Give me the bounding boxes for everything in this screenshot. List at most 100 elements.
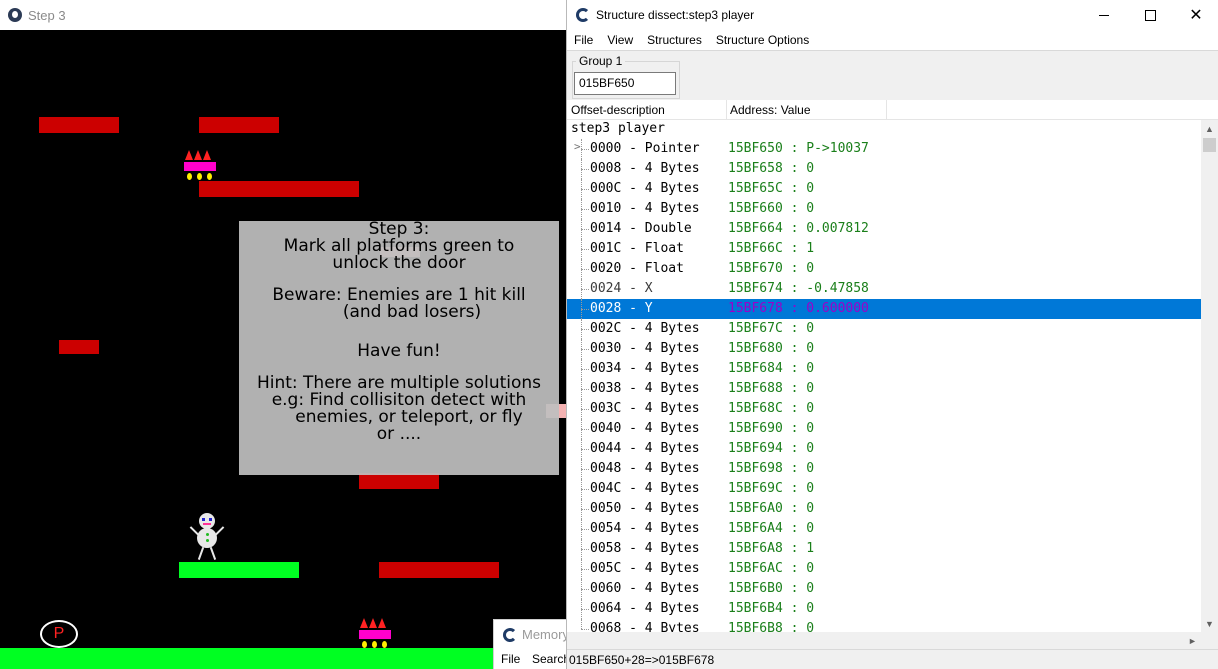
row-offset-description: 000C - 4 Bytes xyxy=(590,181,700,196)
row-address-value: 15BF670 : 0 xyxy=(728,261,815,276)
close-button[interactable]: ✕ xyxy=(1173,0,1218,30)
scrollbar-thumb[interactable] xyxy=(1203,138,1216,152)
menu-view[interactable]: View xyxy=(600,33,640,47)
status-text: 015BF650+28=>015BF678 xyxy=(569,653,715,667)
row-address-value: 15BF6A0 : 0 xyxy=(728,501,815,516)
menu-structures[interactable]: Structures xyxy=(640,33,709,47)
horizontal-scrollbar[interactable]: ► xyxy=(567,632,1201,649)
structure-row[interactable]: 0050 - 4 Bytes 15BF6A0 : 0 xyxy=(567,499,1201,519)
row-offset-description: 0008 - 4 Bytes xyxy=(590,161,700,176)
memory-menu-search[interactable]: Search xyxy=(532,652,570,666)
row-offset-description: 0068 - 4 Bytes xyxy=(590,621,700,632)
tree-guide xyxy=(581,529,589,530)
tree-guide xyxy=(581,289,589,290)
row-address-value: 15BF6A4 : 0 xyxy=(728,521,815,536)
structure-row[interactable]: 0014 - Double 15BF664 : 0.007812 xyxy=(567,219,1201,239)
structure-row[interactable]: 0044 - 4 Bytes 15BF694 : 0 xyxy=(567,439,1201,459)
structure-root-label[interactable]: step3 player xyxy=(571,121,665,136)
row-offset-description: 0040 - 4 Bytes xyxy=(590,421,700,436)
scroll-right-arrow-icon[interactable]: ► xyxy=(1184,632,1201,649)
structure-row[interactable]: 003C - 4 Bytes 15BF68C : 0 xyxy=(567,399,1201,419)
row-address-value: 15BF680 : 0 xyxy=(728,341,815,356)
structure-row[interactable]: 0060 - 4 Bytes 15BF6B0 : 0 xyxy=(567,579,1201,599)
structure-row[interactable]: 000C - 4 Bytes 15BF65C : 0 xyxy=(567,179,1201,199)
maximize-button[interactable] xyxy=(1127,0,1173,30)
structure-row[interactable]: 0068 - 4 Bytes 15BF6B8 : 0 xyxy=(567,619,1201,632)
address-input[interactable]: 015BF650 xyxy=(574,72,676,95)
structure-tree[interactable]: step3 player >0000 - Pointer 15BF650 : P-… xyxy=(567,120,1201,632)
row-offset-description: 0054 - 4 Bytes xyxy=(590,521,700,536)
structure-row[interactable]: 001C - Float 15BF66C : 1 xyxy=(567,239,1201,259)
game-canvas[interactable]: P Step 3: Mark all platforms green to un… xyxy=(0,30,566,669)
tree-guide xyxy=(581,449,589,450)
tree-guide xyxy=(581,269,589,270)
vertical-scrollbar[interactable]: ▲ ▼ xyxy=(1201,120,1218,632)
row-address-value: 15BF6AC : 0 xyxy=(728,561,815,576)
platform-green xyxy=(179,562,299,578)
cheat-engine-icon xyxy=(576,8,590,22)
row-offset-description: 0060 - 4 Bytes xyxy=(590,581,700,596)
memory-viewer-window[interactable]: Memory File Search xyxy=(493,619,573,669)
row-offset-description: 0014 - Double xyxy=(590,221,692,236)
row-address-value: 15BF68C : 0 xyxy=(728,401,815,416)
tree-guide xyxy=(581,489,589,490)
column-address-value[interactable]: Address: Value xyxy=(730,103,811,117)
column-offset-description[interactable]: Offset-description xyxy=(571,103,665,117)
ground-platform xyxy=(0,648,566,669)
platform-red xyxy=(379,562,499,578)
structure-row[interactable]: 0008 - 4 Bytes 15BF658 : 0 xyxy=(567,159,1201,179)
structure-window-titlebar[interactable]: Structure dissect:step3 player ✕ xyxy=(567,0,1218,30)
structure-row[interactable]: 002C - 4 Bytes 15BF67C : 0 xyxy=(567,319,1201,339)
row-offset-description: 003C - 4 Bytes xyxy=(590,401,700,416)
tree-guide xyxy=(581,229,589,230)
tree-guide xyxy=(581,409,589,410)
structure-row[interactable]: 0040 - 4 Bytes 15BF690 : 0 xyxy=(567,419,1201,439)
row-address-value: 15BF6B0 : 0 xyxy=(728,581,815,596)
game-window-titlebar[interactable]: Step 3 xyxy=(0,0,566,30)
structure-row[interactable]: 0010 - 4 Bytes 15BF660 : 0 xyxy=(567,199,1201,219)
row-address-value: 15BF694 : 0 xyxy=(728,441,815,456)
scroll-down-arrow-icon[interactable]: ▼ xyxy=(1201,615,1218,632)
tree-guide xyxy=(581,549,589,550)
tree-guide xyxy=(581,249,589,250)
row-offset-description: 0038 - 4 Bytes xyxy=(590,381,700,396)
game-window-title: Step 3 xyxy=(28,7,66,23)
minimize-button[interactable] xyxy=(1081,0,1127,30)
structure-row[interactable]: 0058 - 4 Bytes 15BF6A8 : 1 xyxy=(567,539,1201,559)
platform-red xyxy=(199,117,279,133)
row-offset-description: 0028 - Y xyxy=(590,301,653,316)
menu-file[interactable]: File xyxy=(567,33,600,47)
structure-row[interactable]: 0028 - Y 15BF678 : 0.600000 xyxy=(567,299,1201,319)
expand-arrow-icon[interactable]: > xyxy=(574,140,581,153)
structure-row[interactable]: 0038 - 4 Bytes 15BF688 : 0 xyxy=(567,379,1201,399)
row-offset-description: 0050 - 4 Bytes xyxy=(590,501,700,516)
structure-row[interactable]: 004C - 4 Bytes 15BF69C : 0 xyxy=(567,479,1201,499)
row-offset-description: 0048 - 4 Bytes xyxy=(590,461,700,476)
row-address-value: 15BF684 : 0 xyxy=(728,361,815,376)
address-input-value: 015BF650 xyxy=(579,76,635,90)
tree-guide xyxy=(581,429,589,430)
scroll-up-arrow-icon[interactable]: ▲ xyxy=(1201,120,1218,137)
tree-guide xyxy=(581,189,589,190)
row-address-value: 15BF660 : 0 xyxy=(728,201,815,216)
menu-structure-options[interactable]: Structure Options xyxy=(709,33,816,47)
structure-row[interactable]: 0024 - X 15BF674 : -0.47858 xyxy=(567,279,1201,299)
memory-menu-file[interactable]: File xyxy=(501,652,520,666)
structure-row[interactable]: 0030 - 4 Bytes 15BF680 : 0 xyxy=(567,339,1201,359)
row-offset-description: 0030 - 4 Bytes xyxy=(590,341,700,356)
row-offset-description: 004C - 4 Bytes xyxy=(590,481,700,496)
row-address-value: 15BF690 : 0 xyxy=(728,421,815,436)
structure-row[interactable]: 0064 - 4 Bytes 15BF6B4 : 0 xyxy=(567,599,1201,619)
message-line: (and bad losers) xyxy=(342,302,482,322)
structure-menubar: File View Structures Structure Options xyxy=(567,30,1218,50)
structure-row[interactable]: 0020 - Float 15BF670 : 0 xyxy=(567,259,1201,279)
row-offset-description: 005C - 4 Bytes xyxy=(590,561,700,576)
tree-guide xyxy=(581,609,589,610)
row-offset-description: 0024 - X xyxy=(590,281,653,296)
structure-row[interactable]: >0000 - Pointer 15BF650 : P->10037 xyxy=(567,139,1201,159)
group-area: Group 1 015BF650 xyxy=(567,50,1218,100)
structure-row[interactable]: 0034 - 4 Bytes 15BF684 : 0 xyxy=(567,359,1201,379)
structure-row[interactable]: 0048 - 4 Bytes 15BF698 : 0 xyxy=(567,459,1201,479)
structure-row[interactable]: 0054 - 4 Bytes 15BF6A4 : 0 xyxy=(567,519,1201,539)
structure-row[interactable]: 005C - 4 Bytes 15BF6AC : 0 xyxy=(567,559,1201,579)
